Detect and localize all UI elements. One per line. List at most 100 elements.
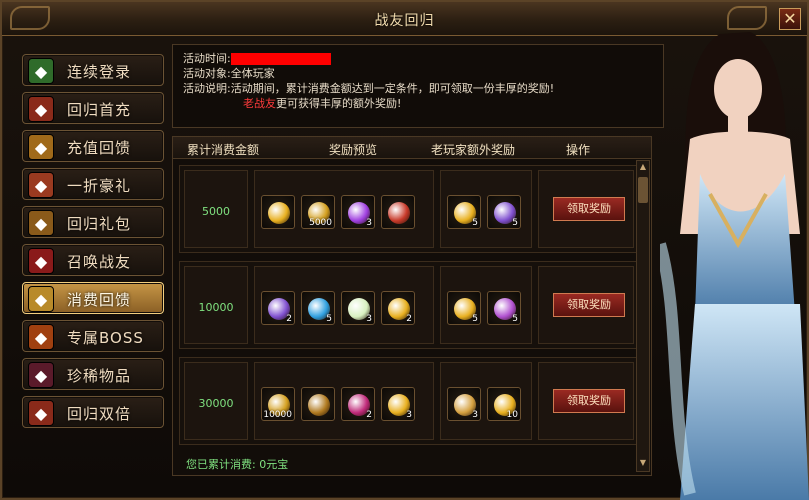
table-row: 10000 2 5 3 2 5 5 领取奖励 bbox=[179, 261, 639, 349]
header-rewards: 奖励预览 bbox=[328, 143, 377, 157]
treasure-icon: ◆ bbox=[28, 210, 54, 236]
sidebar-item-9[interactable]: ◆ 回归双倍 bbox=[22, 396, 164, 428]
rewards-cell: 2 5 3 2 bbox=[254, 266, 434, 344]
treasure-chest-icon bbox=[388, 202, 410, 224]
item-quantity: 5 bbox=[472, 314, 478, 324]
gold-ingot-icon: ◆ bbox=[28, 286, 54, 312]
reward-item[interactable] bbox=[301, 387, 335, 421]
reward-item[interactable]: 3 bbox=[381, 387, 415, 421]
claim-reward-button[interactable]: 领取奖励 bbox=[553, 293, 625, 317]
sidebar-item-label: 连续登录 bbox=[67, 63, 132, 81]
sidebar-item-label: 召唤战友 bbox=[67, 253, 132, 271]
total-consumption: 您已累计消费: 0元宝 bbox=[186, 456, 288, 472]
reward-item[interactable]: 2 bbox=[341, 387, 375, 421]
boss-icon: ◆ bbox=[28, 324, 54, 350]
reward-item[interactable]: 3 bbox=[447, 387, 481, 421]
sidebar-item-label: 充值回馈 bbox=[67, 139, 132, 157]
sidebar-item-label: 专属BOSS bbox=[67, 329, 144, 347]
item-quantity: 2 bbox=[286, 314, 292, 324]
reward-item[interactable]: 3 bbox=[341, 291, 375, 325]
target-value: 全体玩家 bbox=[230, 67, 275, 80]
action-cell: 领取奖励 bbox=[538, 266, 634, 344]
gold-bag-icon: ◆ bbox=[28, 134, 54, 160]
sidebar-item-0[interactable]: ◆ 连续登录 bbox=[22, 54, 164, 86]
item-quantity: 3 bbox=[472, 410, 478, 420]
reward-item[interactable] bbox=[381, 195, 415, 229]
gold-coin-icon bbox=[308, 394, 330, 416]
dress-skirt bbox=[680, 304, 809, 500]
extra-cell: 55 bbox=[440, 266, 532, 344]
item-quantity: 5 bbox=[326, 314, 332, 324]
reward-item[interactable]: 5 bbox=[301, 291, 335, 325]
total-label: 您已累计消费: bbox=[186, 458, 256, 471]
table-row: 30000 10000 2 3 3 10 领取奖励 bbox=[179, 357, 639, 445]
scroll-down-icon[interactable]: ▼ bbox=[638, 458, 648, 470]
claim-reward-button[interactable]: 领取奖励 bbox=[553, 197, 625, 221]
reward-item[interactable]: 5 bbox=[447, 195, 481, 229]
action-cell: 领取奖励 bbox=[538, 170, 634, 248]
claim-reward-button[interactable]: 领取奖励 bbox=[553, 389, 625, 413]
tree-icon: ◆ bbox=[28, 58, 54, 84]
redacted-time bbox=[230, 53, 331, 65]
header-extra: 老玩家额外奖励 bbox=[430, 143, 515, 157]
sidebar-item-label: 珍稀物品 bbox=[67, 367, 132, 385]
table-row: 5000 5000 3 5 5 领取奖励 bbox=[179, 165, 639, 253]
reward-item[interactable]: 2 bbox=[261, 291, 295, 325]
silk-sash bbox=[660, 242, 696, 496]
banner-icon: ◆ bbox=[28, 248, 54, 274]
scroll-thumb[interactable] bbox=[638, 177, 648, 203]
item-quantity: 5 bbox=[512, 314, 518, 324]
item-quantity: 3 bbox=[366, 314, 372, 324]
action-cell: 领取奖励 bbox=[538, 362, 634, 440]
item-quantity: 3 bbox=[366, 218, 372, 228]
header-action: 操作 bbox=[565, 143, 590, 157]
rewards-cell: 5000 3 bbox=[254, 170, 434, 248]
sidebar-item-1[interactable]: ◆ 回归首充 bbox=[22, 92, 164, 124]
item-quantity: 2 bbox=[366, 410, 372, 420]
sidebar-item-label: 一折豪礼 bbox=[67, 177, 132, 195]
desc-line1: 活动期间，累计消费金额达到一定条件，即可领取一份丰厚的奖励! bbox=[230, 82, 555, 95]
sidebar-item-7[interactable]: ◆ 专属BOSS bbox=[22, 320, 164, 352]
table-scrollbar[interactable]: ▲ ▼ bbox=[636, 160, 650, 472]
amount-value: 30000 bbox=[198, 397, 234, 410]
table-header: 累计消费金额 奖励预览 老玩家额外奖励 操作 bbox=[173, 137, 651, 159]
sidebar-item-4[interactable]: ◆ 回归礼包 bbox=[22, 206, 164, 238]
reward-item[interactable]: 5000 bbox=[301, 195, 335, 229]
desc-label: 活动说明: bbox=[183, 82, 231, 95]
time-label: 活动时间: bbox=[183, 52, 231, 65]
character-portrait bbox=[660, 32, 809, 500]
total-value: 0元宝 bbox=[259, 458, 289, 471]
sidebar-item-8[interactable]: ◆ 珍稀物品 bbox=[22, 358, 164, 390]
sidebar-item-5[interactable]: ◆ 召唤战友 bbox=[22, 244, 164, 276]
item-quantity: 3 bbox=[406, 410, 412, 420]
reward-item[interactable]: 10 bbox=[487, 387, 521, 421]
gift-icon: ◆ bbox=[28, 172, 54, 198]
reward-item[interactable]: 3 bbox=[341, 195, 375, 229]
reward-item[interactable]: 5 bbox=[487, 291, 521, 325]
sidebar-item-label: 回归双倍 bbox=[67, 405, 132, 423]
desc-highlight: 老战友 bbox=[243, 97, 276, 110]
sidebar-item-label: 消费回馈 bbox=[67, 291, 132, 309]
reward-item[interactable]: 2 bbox=[381, 291, 415, 325]
item-quantity: 5000 bbox=[309, 218, 332, 228]
reward-item[interactable]: 5 bbox=[487, 195, 521, 229]
scroll-up-icon[interactable]: ▲ bbox=[638, 162, 648, 174]
rewards-cell: 10000 2 3 bbox=[254, 362, 434, 440]
sidebar-item-2[interactable]: ◆ 充值回馈 bbox=[22, 130, 164, 162]
sidebar-menu: ◆ 连续登录 ◆ 回归首充 ◆ 充值回馈 ◆ 一折豪礼 ◆ 回归礼包 ◆ 召唤战友 ◆ 消费回馈 ◆ 专属BO… bbox=[22, 54, 164, 428]
sidebar-item-3[interactable]: ◆ 一折豪礼 bbox=[22, 168, 164, 200]
double-icon: ◆ bbox=[28, 400, 54, 426]
amount-value: 10000 bbox=[198, 301, 234, 314]
item-quantity: 10000 bbox=[263, 410, 292, 420]
sidebar-item-6[interactable]: ◆ 消费回馈 bbox=[22, 282, 164, 314]
gold-orb-icon bbox=[268, 202, 290, 224]
reward-table: 累计消费金额 奖励预览 老玩家额外奖励 操作 5000 5000 3 5 5 领取奖励 10… bbox=[172, 136, 652, 476]
amount-value: 5000 bbox=[202, 205, 230, 218]
desc-line2: 更可获得丰厚的额外奖励! bbox=[276, 97, 402, 110]
reward-item[interactable] bbox=[261, 195, 295, 229]
helmet-icon: ◆ bbox=[28, 362, 54, 388]
target-label: 活动对象: bbox=[183, 67, 231, 80]
reward-item[interactable]: 10000 bbox=[261, 387, 295, 421]
reward-item[interactable]: 5 bbox=[447, 291, 481, 325]
amount-cell: 10000 bbox=[184, 266, 248, 344]
